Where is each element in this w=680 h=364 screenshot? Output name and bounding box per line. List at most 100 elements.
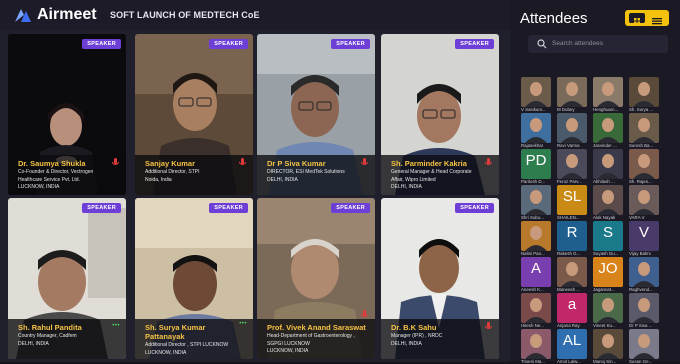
- attendee-card[interactable]: Vineet Ku...: [593, 293, 623, 328]
- search-attendees-input[interactable]: Search attendees: [528, 35, 668, 53]
- attendee-name: V Sasikum...: [521, 107, 546, 112]
- speaker-tile[interactable]: SPEAKER Dr P Siva Kumar DIRECTOR, ESI Me…: [257, 34, 375, 195]
- speaker-tile[interactable]: SPEAKER Sh. Parminder Kakria General Man…: [381, 34, 499, 195]
- attendee-initials: JO: [598, 260, 618, 277]
- attendee-name: Shri Subo...: [521, 215, 544, 220]
- speaker-name: Sh. Rahul Pandita: [18, 323, 82, 332]
- attendee-name: Rajasekhar: [521, 143, 544, 148]
- speaker-detail: Additional Director , STPI LUCKNOW: [145, 342, 229, 348]
- attendee-card[interactable]: Ravi Varma: [557, 113, 587, 148]
- speaker-location: DELHI, INDIA: [391, 340, 422, 347]
- attendee-avatar-photo: [561, 154, 583, 179]
- speaker-detail: Additional Director, STPI: [145, 169, 200, 175]
- attendee-card[interactable]: Nalini Pan...: [521, 221, 551, 256]
- attendee-avatar-photo: [525, 190, 547, 215]
- attendee-name: M Dubey: [557, 107, 575, 112]
- attendee-avatar-photo: [561, 118, 583, 143]
- speaker-detail: General Manager & Head Corporate: [391, 169, 472, 175]
- speaking-indicator-icon: •••: [112, 323, 120, 329]
- attendee-card[interactable]: Alok Nayak: [593, 185, 623, 220]
- attendee-name: Vineet Ku...: [593, 323, 616, 328]
- speaker-tile[interactable]: SPEAKER Sanjay Kumar Additional Director…: [135, 34, 253, 195]
- airmeet-logo-icon: [15, 9, 31, 22]
- attendee-name: Rakesh G...: [557, 251, 581, 256]
- attendee-card[interactable]: Suresh Ba...: [629, 113, 659, 148]
- speaker-caption: Dr. Saumya Shukla Co-Founder & Director,…: [8, 155, 126, 195]
- attendee-card[interactable]: Raghvend...: [629, 257, 659, 292]
- mic-muted-icon[interactable]: [361, 158, 368, 167]
- attendee-card[interactable]: a Anjana Ray: [557, 293, 587, 328]
- mic-muted-icon[interactable]: [485, 158, 492, 167]
- attendee-name: Vijay Balmi: [629, 251, 651, 256]
- event-title: SOFT LAUNCH OF MEDTECH CoE: [110, 10, 260, 20]
- attendee-avatar-photo: [597, 190, 619, 215]
- speaker-badge: SPEAKER: [455, 203, 494, 213]
- attendee-card[interactable]: Abhilash ...: [593, 149, 623, 184]
- attendee-name: Hitesh Ne...: [521, 323, 544, 328]
- brand-name: Airmeet: [37, 6, 97, 23]
- attendee-name: Abhilash ...: [593, 179, 615, 184]
- attendee-card[interactable]: V Sasikum...: [521, 77, 551, 112]
- attendee-card[interactable]: Shri Subo...: [521, 185, 551, 220]
- speaker-detail: Healthcare Service Pvt. Ltd.: [18, 176, 80, 183]
- attendee-avatar-photo: [525, 298, 547, 323]
- attendee-name: Suyash Gu...: [593, 251, 619, 256]
- attendee-card[interactable]: A Aneesh K...: [521, 257, 551, 292]
- attendee-initials: AL: [562, 332, 582, 349]
- speaker-name: Prof. Vivek Anand Saraswat: [267, 323, 366, 332]
- speaker-name: Dr P Siva Kumar: [267, 159, 326, 168]
- attendee-card[interactable]: S Suyash Gu...: [593, 221, 623, 256]
- attendee-card[interactable]: M Dubey: [557, 77, 587, 112]
- attendee-card[interactable]: Hitesh Ne...: [521, 293, 551, 328]
- attendee-avatar-photo: [597, 334, 619, 359]
- speaker-location: LUCKNOW, INDIA: [267, 348, 309, 354]
- airmeet-logo[interactable]: Airmeet: [14, 6, 97, 24]
- mic-muted-icon[interactable]: [361, 310, 368, 319]
- attendee-card[interactable]: Sh. Rajes...: [629, 149, 659, 184]
- attendee-card[interactable]: Rajasekhar: [521, 113, 551, 148]
- attendee-card[interactable]: Henghuam...: [593, 77, 623, 112]
- speaker-tile[interactable]: SPEAKER Dr. B.K Sahu Manager (IPR) , NRD…: [381, 198, 499, 359]
- attendee-card[interactable]: Dr P Siva ...: [629, 293, 659, 328]
- speaker-tile[interactable]: SPEAKER Prof. Vivek Anand Saraswat Head-…: [257, 198, 375, 359]
- attendee-card[interactable]: VARA V: [629, 185, 659, 220]
- attendee-avatar-photo: [633, 190, 655, 215]
- attendee-card[interactable]: AL Amol Lalw...: [557, 329, 587, 364]
- attendee-avatar-photo: [561, 262, 583, 287]
- attendee-card[interactable]: JO Jagannat...: [593, 257, 623, 292]
- attendee-avatar-photo: [525, 82, 547, 107]
- attendee-name: Jasvinder ...: [593, 143, 617, 148]
- attendee-avatar-photo: [633, 262, 655, 287]
- mic-muted-icon[interactable]: [239, 158, 246, 167]
- speaker-tile[interactable]: SPEAKER Sh. Rahul Pandita Country Manage…: [8, 198, 126, 359]
- speaker-caption: Prof. Vivek Anand Saraswat Head-Departme…: [257, 319, 375, 359]
- attendee-card[interactable]: Susan Ge...: [629, 329, 659, 364]
- speaker-caption: Dr P Siva Kumar DIRECTOR, ESI MedTek Sol…: [257, 155, 375, 195]
- attendee-card[interactable]: PD Paritosh D...: [521, 149, 551, 184]
- speaker-caption: Sh. Surya Kumar Pattanayak Additional Di…: [135, 319, 253, 359]
- attendee-initials: PD: [525, 152, 547, 169]
- attendee-avatar-photo: [633, 82, 655, 107]
- view-toggle[interactable]: [625, 10, 669, 26]
- attendee-card[interactable]: Feroz Parv...: [557, 149, 587, 184]
- attendee-name: SHAILEN...: [557, 215, 580, 220]
- speaker-tile[interactable]: SPEAKER Dr. Saumya Shukla Co-Founder & D…: [8, 34, 126, 195]
- attendee-card[interactable]: Manoj Sin...: [593, 329, 623, 364]
- attendee-card[interactable]: Jasvinder ...: [593, 113, 623, 148]
- attendee-avatar-photo: [633, 154, 655, 179]
- mic-muted-icon[interactable]: [485, 322, 492, 331]
- mic-muted-icon[interactable]: [112, 158, 119, 167]
- speaker-location: LUCKNOW, INDIA: [18, 184, 60, 190]
- attendee-card[interactable]: SL SHAILEN...: [557, 185, 587, 220]
- attendee-card[interactable]: R Rakesh G...: [557, 221, 587, 256]
- attendee-card[interactable]: Sh. Surya ...: [629, 77, 659, 112]
- speaker-tile[interactable]: SPEAKER Sh. Surya Kumar Pattanayak Addit…: [135, 198, 253, 359]
- speaker-location: DELHI, INDIA: [391, 184, 422, 190]
- list-view-icon[interactable]: [649, 13, 665, 25]
- attendee-avatar-photo: [525, 226, 547, 251]
- attendee-card[interactable]: Triveni Ma...: [521, 329, 551, 364]
- attendee-name: Anjana Ray: [557, 323, 580, 328]
- attendee-card[interactable]: V Vijay Balmi: [629, 221, 659, 256]
- grid-view-icon[interactable]: [629, 13, 645, 24]
- attendee-card[interactable]: Maneesh ...: [557, 257, 587, 292]
